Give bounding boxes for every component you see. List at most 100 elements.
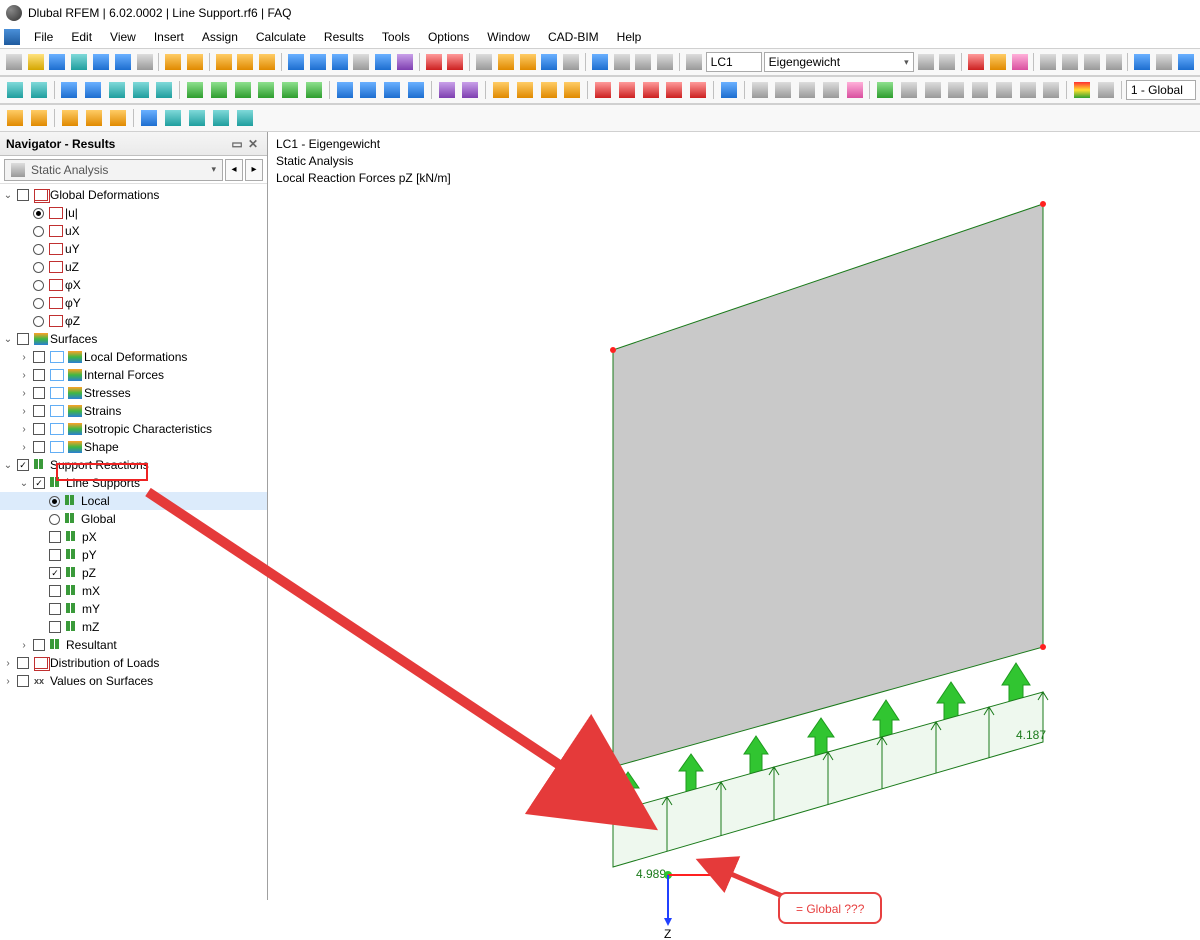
rotate-icon[interactable] xyxy=(561,51,581,73)
expand-icon[interactable]: ⌄ xyxy=(18,478,30,489)
surf-a-icon[interactable] xyxy=(334,79,356,101)
menu-edit[interactable]: Edit xyxy=(63,28,100,46)
loadcase-code-combo[interactable]: LC1 xyxy=(706,52,762,72)
radio[interactable] xyxy=(33,208,44,219)
calc-icon[interactable] xyxy=(424,51,444,73)
tree-ux[interactable]: uX xyxy=(0,222,267,240)
checkbox[interactable]: ✓ xyxy=(17,459,29,471)
member-e-icon[interactable] xyxy=(279,79,301,101)
marker-orange-icon[interactable] xyxy=(988,51,1008,73)
menu-view[interactable]: View xyxy=(102,28,144,46)
sel-a-icon[interactable] xyxy=(4,107,26,129)
next-lc-button[interactable] xyxy=(937,51,957,73)
tree-shape[interactable]: ›Shape xyxy=(0,438,267,456)
expand-icon[interactable]: ⌄ xyxy=(2,334,14,345)
colors-icon[interactable] xyxy=(395,51,415,73)
member-c-icon[interactable] xyxy=(232,79,254,101)
checkbox[interactable]: ✓ xyxy=(33,477,45,489)
checkbox[interactable]: ✓ xyxy=(49,567,61,579)
checkbox[interactable] xyxy=(49,585,61,597)
pan-icon[interactable] xyxy=(539,51,559,73)
units-icon[interactable] xyxy=(351,51,371,73)
checkbox[interactable] xyxy=(49,603,61,615)
redo-button[interactable] xyxy=(185,51,205,73)
copy-e-icon[interactable] xyxy=(234,107,256,129)
res-b-icon[interactable] xyxy=(898,79,920,101)
copy-d-icon[interactable] xyxy=(210,107,232,129)
menu-results[interactable]: Results xyxy=(316,28,372,46)
grid-c-icon[interactable] xyxy=(796,79,818,101)
res-f-icon[interactable] xyxy=(993,79,1015,101)
view-2-icon[interactable] xyxy=(1154,51,1174,73)
menu-options[interactable]: Options xyxy=(420,28,477,46)
menu-insert[interactable]: Insert xyxy=(146,28,192,46)
display-icon[interactable] xyxy=(373,51,393,73)
tree-phiy[interactable]: φY xyxy=(0,294,267,312)
expand-icon[interactable]: › xyxy=(18,352,30,363)
tree-support-reactions[interactable]: ⌄ ✓ Support Reactions xyxy=(0,456,267,474)
scale-icon[interactable] xyxy=(1095,79,1117,101)
radio[interactable] xyxy=(33,226,44,237)
line-c-icon[interactable] xyxy=(106,79,128,101)
expand-icon[interactable]: ⌄ xyxy=(2,460,14,471)
expand-icon[interactable]: › xyxy=(18,442,30,453)
tree-mz[interactable]: mZ xyxy=(0,618,267,636)
checkbox[interactable] xyxy=(33,387,45,399)
load-b-icon[interactable] xyxy=(616,79,638,101)
solid-b-icon[interactable] xyxy=(459,79,481,101)
line-d-icon[interactable] xyxy=(130,79,152,101)
tree-strains[interactable]: ›Strains xyxy=(0,402,267,420)
menu-assign[interactable]: Assign xyxy=(194,28,246,46)
new-button[interactable] xyxy=(4,51,24,73)
radio[interactable] xyxy=(49,514,60,525)
radio[interactable] xyxy=(33,244,44,255)
wizard-2-icon[interactable] xyxy=(236,51,256,73)
view-3-icon[interactable] xyxy=(1176,51,1196,73)
menu-tools[interactable]: Tools xyxy=(374,28,418,46)
checkbox[interactable] xyxy=(17,333,29,345)
tree-uy[interactable]: uY xyxy=(0,240,267,258)
tree-isotropic[interactable]: ›Isotropic Characteristics xyxy=(0,420,267,438)
zoom-icon[interactable] xyxy=(496,51,516,73)
checkbox[interactable] xyxy=(17,675,29,687)
render-1-icon[interactable] xyxy=(1038,51,1058,73)
surf-b-icon[interactable] xyxy=(357,79,379,101)
panel-close-button[interactable]: ✕ xyxy=(245,137,261,151)
expand-icon[interactable]: › xyxy=(18,406,30,417)
surf-c-icon[interactable] xyxy=(381,79,403,101)
grid-e-icon[interactable] xyxy=(844,79,866,101)
expand-icon[interactable]: › xyxy=(18,388,30,399)
edit-c-icon[interactable] xyxy=(107,107,129,129)
marker-pink-icon[interactable] xyxy=(1010,51,1030,73)
expand-icon[interactable]: ⌄ xyxy=(2,190,14,201)
render-4-icon[interactable] xyxy=(1104,51,1124,73)
wizard-1-icon[interactable] xyxy=(214,51,234,73)
member-f-icon[interactable] xyxy=(303,79,325,101)
tree-mx[interactable]: mX xyxy=(0,582,267,600)
copy-b-icon[interactable] xyxy=(162,107,184,129)
checkbox[interactable] xyxy=(17,189,29,201)
measure-icon[interactable] xyxy=(590,51,610,73)
sel-b-icon[interactable] xyxy=(28,107,50,129)
tree-local-deformations[interactable]: ›Local Deformations xyxy=(0,348,267,366)
checkbox[interactable] xyxy=(33,423,45,435)
menu-file[interactable]: File xyxy=(26,28,61,46)
tree-internal-forces[interactable]: ›Internal Forces xyxy=(0,366,267,384)
copy-c-icon[interactable] xyxy=(186,107,208,129)
model-check-icon[interactable] xyxy=(48,51,68,73)
grid-a-icon[interactable] xyxy=(749,79,771,101)
res-e-icon[interactable] xyxy=(969,79,991,101)
expand-icon[interactable]: › xyxy=(18,370,30,381)
render-3-icon[interactable] xyxy=(1082,51,1102,73)
expand-icon[interactable]: › xyxy=(18,424,30,435)
expand-icon[interactable]: › xyxy=(2,658,14,669)
radio[interactable] xyxy=(33,280,44,291)
tree-stresses[interactable]: ›Stresses xyxy=(0,384,267,402)
res-c-icon[interactable] xyxy=(922,79,944,101)
member-b-icon[interactable] xyxy=(208,79,230,101)
tree-local[interactable]: Local xyxy=(0,492,267,510)
checkbox[interactable] xyxy=(33,369,45,381)
radio[interactable] xyxy=(49,496,60,507)
calc-all-icon[interactable] xyxy=(445,51,465,73)
wizard-3-icon[interactable] xyxy=(257,51,277,73)
